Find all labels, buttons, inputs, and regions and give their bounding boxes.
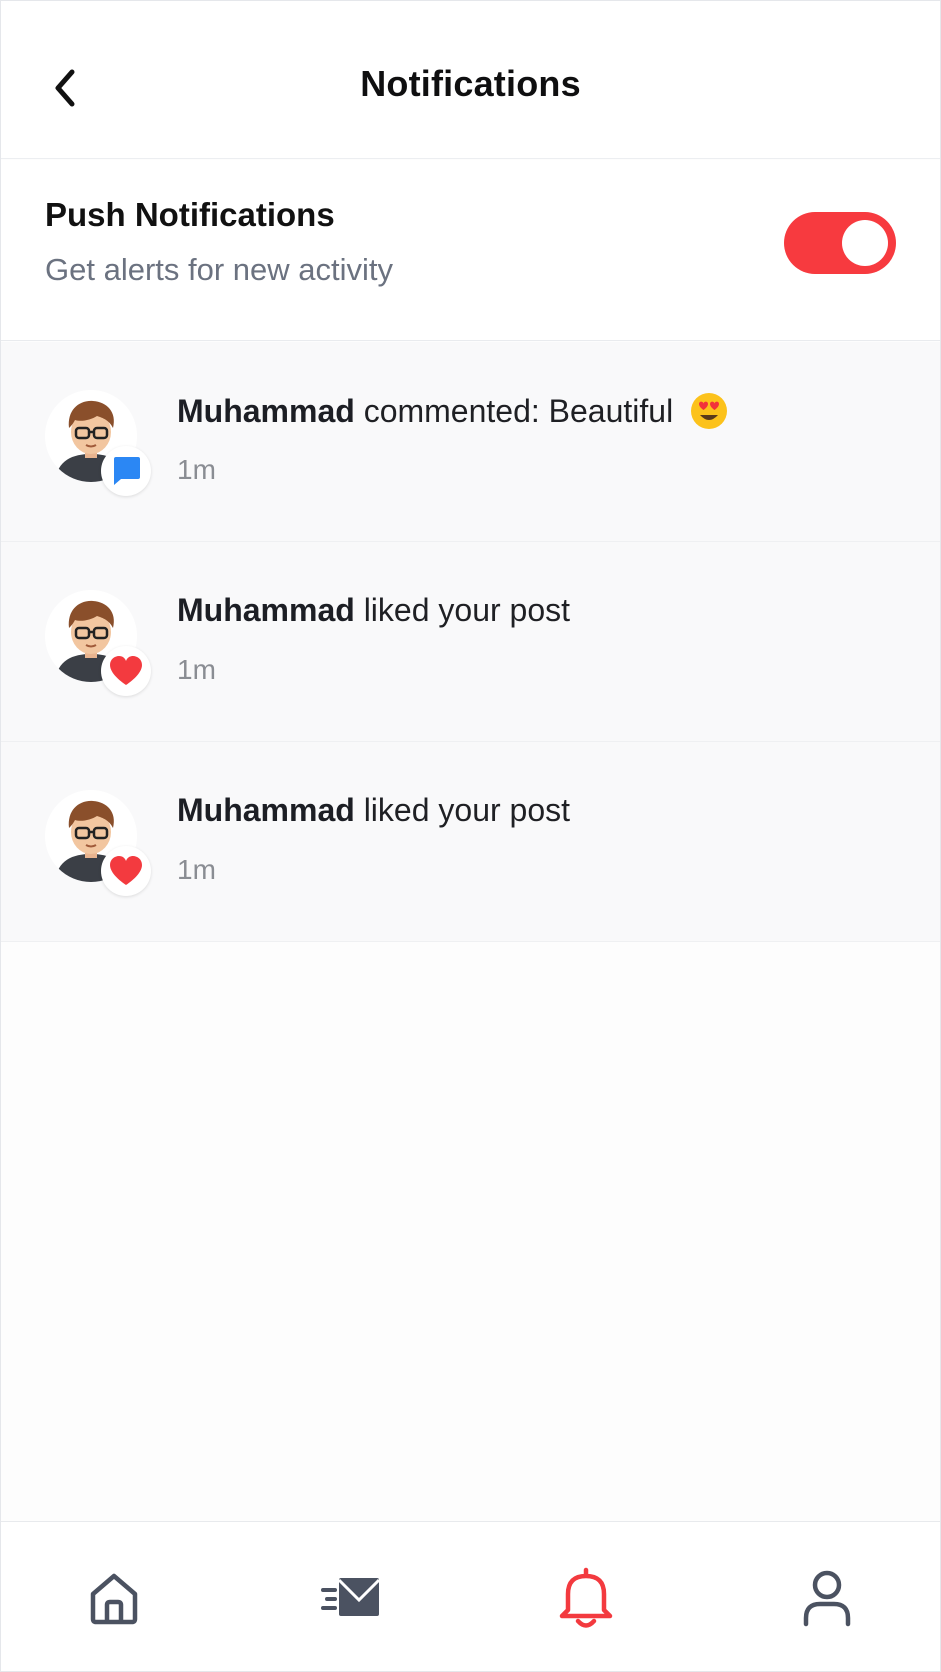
push-notifications-setting: Push Notifications Get alerts for new ac… [1, 160, 940, 341]
like-badge [101, 846, 151, 896]
toggle-knob [842, 220, 888, 266]
notification-item[interactable]: Muhammad commented: Beautiful 1m [1, 342, 940, 542]
profile-icon [803, 1570, 851, 1627]
notification-item[interactable]: Muhammad liked your post 1m [1, 542, 940, 742]
user-name: Muhammad [177, 592, 355, 628]
user-name: Muhammad [177, 792, 355, 828]
nav-home[interactable] [74, 1558, 154, 1638]
page-title: Notifications [360, 63, 581, 104]
notification-time: 1m [177, 454, 216, 485]
nav-notifications[interactable] [546, 1558, 626, 1638]
nav-profile[interactable] [787, 1558, 867, 1638]
notification-action: liked your post [363, 792, 571, 828]
send-message-icon [321, 1578, 381, 1616]
notification-time: 1m [177, 854, 216, 885]
home-icon [90, 1573, 138, 1625]
notification-list: Muhammad commented: Beautiful 1m Muhamma… [1, 342, 940, 942]
notification-text: Muhammad liked your post [177, 792, 570, 829]
bottom-navigation [1, 1521, 940, 1671]
comment-badge [101, 446, 151, 496]
notification-text: Muhammad liked your post [177, 592, 570, 629]
heart-icon [110, 856, 142, 885]
heart-icon [110, 656, 142, 685]
user-name: Muhammad [177, 393, 355, 429]
notification-time: 1m [177, 654, 216, 685]
bell-icon [559, 1567, 613, 1628]
heart-eyes-emoji [690, 392, 728, 438]
notification-text: Muhammad commented: Beautiful [177, 392, 728, 438]
notifications-screen: Notifications Push Notifications Get ale… [0, 0, 941, 1672]
nav-messages[interactable] [312, 1558, 392, 1638]
push-notifications-toggle[interactable] [784, 212, 896, 274]
notification-action: liked your post [363, 592, 571, 628]
notification-action: commented: Beautiful [363, 393, 674, 429]
like-badge [101, 646, 151, 696]
comment-bubble-icon [114, 457, 140, 485]
push-notifications-subtitle: Get alerts for new activity [45, 252, 394, 287]
push-notifications-title: Push Notifications [45, 196, 335, 233]
notification-item[interactable]: Muhammad liked your post 1m [1, 742, 940, 942]
header: Notifications [1, 1, 940, 159]
